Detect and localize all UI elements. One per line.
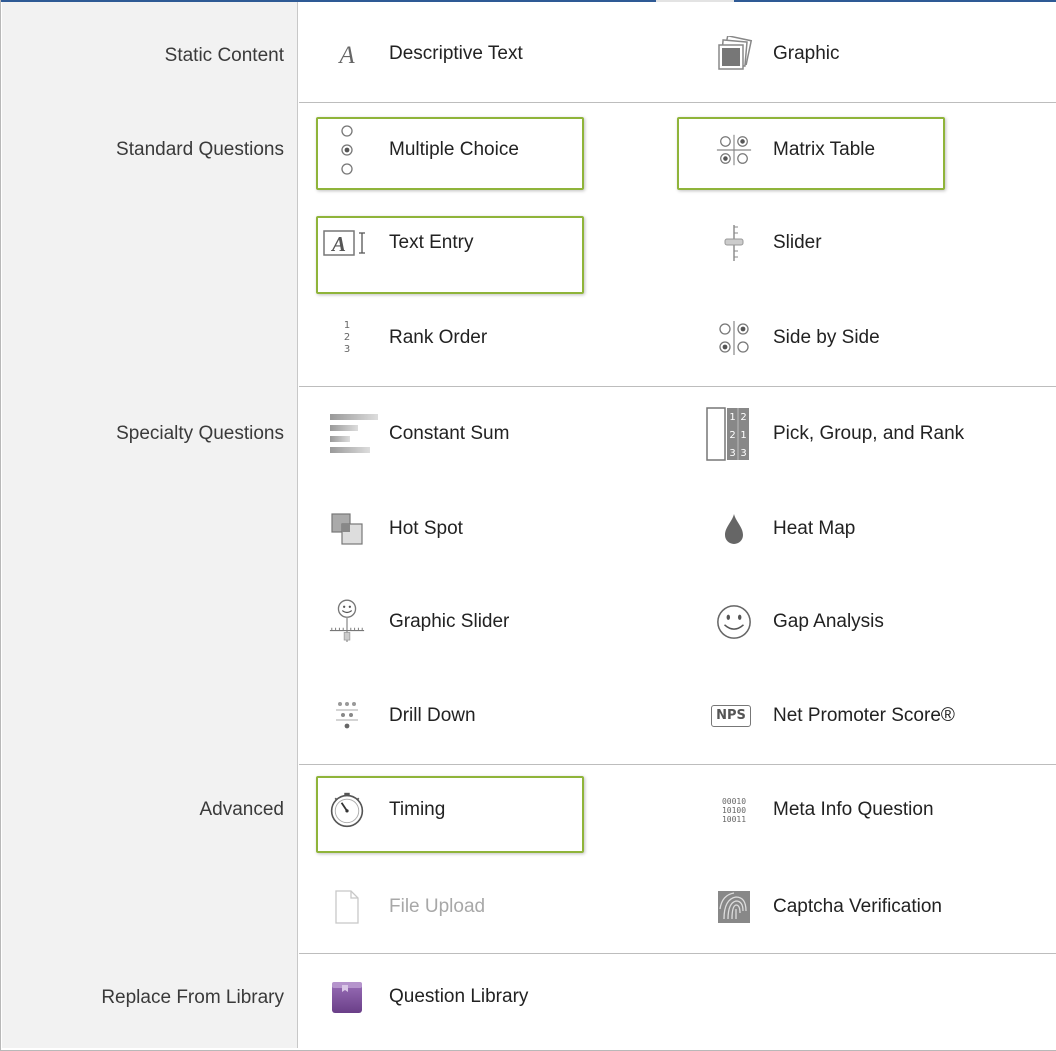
section-divider bbox=[299, 953, 1056, 954]
drill-down-icon bbox=[328, 696, 366, 736]
graphic-slider-icon bbox=[328, 599, 366, 642]
section-label-static-content: Static Content bbox=[164, 45, 284, 66]
hot-spot-icon bbox=[328, 509, 366, 549]
rank-order-icon: 1 2 3 bbox=[328, 318, 366, 358]
item-descriptive-text[interactable]: A Descriptive Text bbox=[316, 21, 596, 87]
item-drill-down[interactable]: Drill Down bbox=[316, 683, 596, 749]
item-slider[interactable]: Slider bbox=[703, 210, 983, 276]
heat-map-icon bbox=[715, 509, 753, 549]
item-timing[interactable]: Timing bbox=[316, 777, 596, 843]
item-label: Descriptive Text bbox=[389, 43, 523, 64]
meta-info-bits: 00010 bbox=[721, 796, 747, 806]
section-label-standard-questions: Standard Questions bbox=[116, 139, 284, 160]
pick-group-rank-icon: 1 2 2 1 3 3 bbox=[703, 407, 753, 461]
item-label: Text Entry bbox=[389, 232, 474, 253]
rank-number: 2 bbox=[343, 332, 351, 343]
item-label: Slider bbox=[773, 232, 822, 253]
item-label: Matrix Table bbox=[773, 139, 876, 160]
item-meta-info-question[interactable]: 00010 10100 10011 Meta Info Question bbox=[703, 777, 983, 843]
item-label: Gap Analysis bbox=[773, 611, 884, 632]
item-matrix-table[interactable]: Matrix Table bbox=[703, 117, 983, 183]
file-upload-icon bbox=[328, 887, 366, 927]
item-captcha-verification[interactable]: Captcha Verification bbox=[703, 874, 983, 940]
item-label: Drill Down bbox=[389, 705, 476, 726]
item-question-library[interactable]: Question Library bbox=[316, 964, 596, 1030]
svg-text:1: 1 bbox=[729, 412, 735, 423]
item-graphic-slider[interactable]: Graphic Slider bbox=[316, 589, 596, 655]
item-label: Meta Info Question bbox=[773, 799, 934, 820]
section-sidebar: Static Content Standard Questions Specia… bbox=[2, 2, 298, 1048]
svg-text:2: 2 bbox=[740, 412, 746, 423]
graphic-icon bbox=[715, 34, 753, 74]
item-rank-order[interactable]: 1 2 3 Rank Order bbox=[316, 305, 596, 371]
item-label: Side by Side bbox=[773, 327, 880, 348]
section-label-advanced: Advanced bbox=[199, 799, 284, 820]
descriptive-text-icon: A bbox=[328, 34, 366, 74]
svg-text:A: A bbox=[330, 232, 346, 256]
question-library-icon bbox=[328, 977, 366, 1017]
section-label-replace-from-library: Replace From Library bbox=[101, 987, 284, 1008]
item-text-entry[interactable]: A Text Entry bbox=[316, 210, 596, 276]
captcha-icon bbox=[715, 887, 753, 927]
item-side-by-side[interactable]: Side by Side bbox=[703, 305, 983, 371]
rank-number: 1 bbox=[343, 320, 351, 331]
nps-badge: NPS bbox=[711, 705, 751, 727]
item-label: File Upload bbox=[389, 896, 486, 917]
item-pick-group-rank[interactable]: 1 2 2 1 3 3 Pick, Group, and Rank bbox=[703, 401, 983, 467]
rank-number: 3 bbox=[343, 344, 351, 355]
item-file-upload[interactable]: File Upload bbox=[316, 874, 596, 940]
svg-text:2: 2 bbox=[729, 430, 735, 441]
item-graphic[interactable]: Graphic bbox=[703, 21, 983, 87]
section-divider bbox=[299, 386, 1056, 387]
multiple-choice-icon bbox=[328, 125, 366, 175]
gap-analysis-icon bbox=[715, 602, 753, 642]
slider-icon bbox=[715, 223, 753, 263]
svg-text:3: 3 bbox=[740, 448, 746, 459]
matrix-table-icon bbox=[715, 130, 753, 170]
item-heat-map[interactable]: Heat Map bbox=[703, 496, 983, 562]
svg-text:1: 1 bbox=[740, 430, 746, 441]
side-by-side-icon bbox=[715, 318, 753, 358]
item-multiple-choice[interactable]: Multiple Choice bbox=[316, 117, 596, 183]
item-constant-sum[interactable]: Constant Sum bbox=[316, 401, 596, 467]
item-label: Constant Sum bbox=[389, 423, 510, 444]
item-label: Pick, Group, and Rank bbox=[773, 423, 965, 444]
item-label: Graphic bbox=[773, 43, 840, 64]
item-hot-spot[interactable]: Hot Spot bbox=[316, 496, 596, 562]
item-gap-analysis[interactable]: Gap Analysis bbox=[703, 589, 983, 655]
svg-text:3: 3 bbox=[729, 448, 735, 459]
question-type-panel: Static Content Standard Questions Specia… bbox=[0, 0, 1056, 1051]
item-label: Rank Order bbox=[389, 327, 488, 348]
item-label: Hot Spot bbox=[389, 518, 463, 539]
item-label: Question Library bbox=[389, 986, 529, 1007]
section-divider bbox=[299, 102, 1056, 103]
item-label: Timing bbox=[389, 799, 446, 820]
section-label-specialty-questions: Specialty Questions bbox=[116, 423, 284, 444]
meta-info-bits: 10011 bbox=[721, 814, 747, 824]
timing-icon bbox=[328, 790, 366, 830]
nps-icon: NPS bbox=[707, 696, 755, 736]
constant-sum-icon bbox=[328, 414, 380, 454]
meta-info-icon: 00010 10100 10011 bbox=[715, 790, 753, 830]
item-label: Graphic Slider bbox=[389, 611, 510, 632]
item-net-promoter-score[interactable]: NPS Net Promoter Score® bbox=[703, 683, 983, 749]
item-label: Net Promoter Score® bbox=[773, 705, 955, 726]
item-label: Captcha Verification bbox=[773, 896, 942, 917]
text-entry-icon: A bbox=[322, 223, 370, 263]
item-label: Multiple Choice bbox=[389, 139, 519, 160]
svg-text:A: A bbox=[337, 42, 355, 69]
section-divider bbox=[299, 764, 1056, 765]
meta-info-bits: 10100 bbox=[721, 805, 747, 815]
item-label: Heat Map bbox=[773, 518, 856, 539]
